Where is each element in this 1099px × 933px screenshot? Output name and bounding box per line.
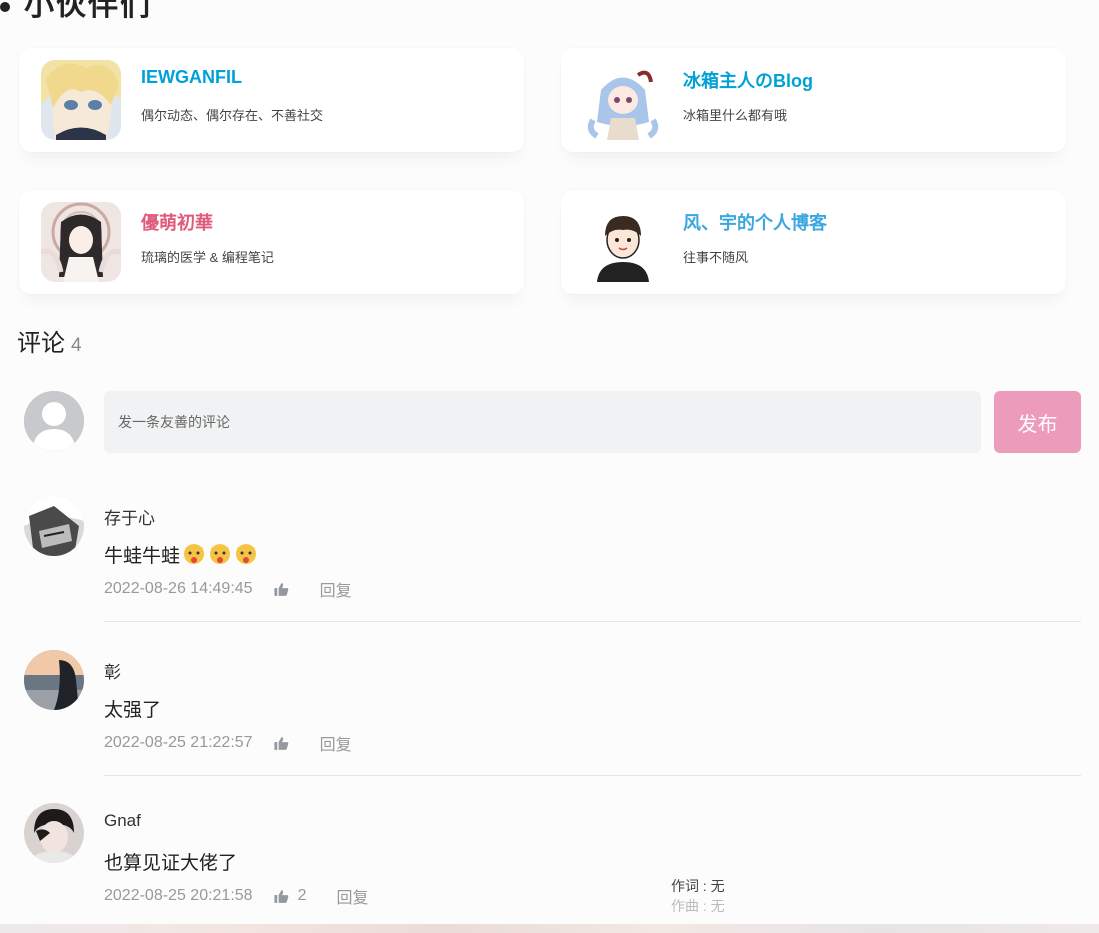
friend-card-youmeng[interactable]: 優萌初華 琉璃的医学 & 编程笔记 xyxy=(19,190,524,294)
comment-username[interactable]: 彰 xyxy=(104,658,121,683)
like-button[interactable] xyxy=(273,735,290,752)
comment-meta: 2022-08-26 14:49:45 回复 xyxy=(104,577,352,601)
post-button[interactable]: 发布 xyxy=(994,391,1081,453)
page: 小伙伴们 IEWGANFIL 偶尔动态、偶尔存在、不善社交 冰箱主人のBlog … xyxy=(0,0,1099,933)
like-button[interactable] xyxy=(273,581,290,598)
comment-time: 2022-08-26 14:49:45 xyxy=(104,580,253,597)
friend-name[interactable]: 风、宇的个人博客 xyxy=(683,209,827,235)
lyric-display: 作词 : 无 作曲 : 无 xyxy=(671,876,725,916)
emoji-icon xyxy=(208,541,232,565)
comment-count: 4 xyxy=(71,335,82,356)
reply-button[interactable]: 回复 xyxy=(320,577,352,601)
emoji-icon xyxy=(234,541,258,565)
like-count: 2 xyxy=(297,887,307,904)
reply-button[interactable]: 回复 xyxy=(336,884,368,908)
friend-card-fengyu[interactable]: 风、宇的个人博客 往事不随风 xyxy=(561,190,1066,294)
cartoon-boy-avatar-icon xyxy=(583,202,663,282)
friend-name[interactable]: IEWGANFIL xyxy=(141,67,242,88)
comment-meta: 2022-08-25 20:21:58 2 回复 xyxy=(104,884,369,908)
reply-button[interactable]: 回复 xyxy=(320,731,352,755)
friend-card-iewganfil[interactable]: IEWGANFIL 偶尔动态、偶尔存在、不善社交 xyxy=(19,48,524,152)
comments-title: 评论 4 xyxy=(17,323,82,358)
thumbs-up-icon xyxy=(273,582,288,596)
comment-time: 2022-08-25 21:22:57 xyxy=(104,734,253,751)
comment-divider xyxy=(104,775,1081,776)
friend-desc: 往事不随风 xyxy=(683,250,749,265)
avatar[interactable] xyxy=(24,803,84,863)
friend-name[interactable]: 冰箱主人のBlog xyxy=(683,67,813,93)
comment-username[interactable]: Gnaf xyxy=(104,811,141,831)
lyric-line-next: 作曲 : 无 xyxy=(671,898,725,914)
comment-username[interactable]: 存于心 xyxy=(104,504,155,529)
comment-time: 2022-08-25 20:21:58 xyxy=(104,887,253,904)
emoji-icon xyxy=(182,541,206,565)
thumbs-up-icon xyxy=(273,889,288,903)
lyric-line-current: 作词 : 无 xyxy=(671,878,725,894)
anime-blue-hair-avatar-icon xyxy=(583,60,663,140)
comment-text: 太强了 xyxy=(104,700,162,721)
comment-text-content: 牛蛙牛蛙 xyxy=(104,546,181,567)
thumbs-up-icon xyxy=(273,736,288,750)
heading-dot-icon xyxy=(0,2,10,13)
anime-blonde-avatar-icon xyxy=(41,60,121,140)
comments-title-text: 评论 xyxy=(17,330,65,357)
friend-name[interactable]: 優萌初華 xyxy=(141,209,213,235)
friend-desc: 琉璃的医学 & 编程笔记 xyxy=(141,250,274,265)
anime-dark-hair-avatar-icon xyxy=(41,202,121,282)
friend-desc: 冰箱里什么都有哦 xyxy=(683,108,788,123)
comment-input[interactable] xyxy=(104,391,981,453)
avatar[interactable] xyxy=(24,650,84,710)
avatar[interactable] xyxy=(24,496,84,556)
friend-card-fridge-blog[interactable]: 冰箱主人のBlog 冰箱里什么都有哦 xyxy=(561,48,1066,152)
default-avatar-icon xyxy=(24,391,84,451)
like-button[interactable]: 2 xyxy=(273,887,307,905)
comment-text: 也算见证大佬了 xyxy=(104,853,238,874)
comment-text: 牛蛙牛蛙 xyxy=(104,541,258,568)
friend-desc: 偶尔动态、偶尔存在、不善社交 xyxy=(141,108,324,123)
music-player-bar[interactable] xyxy=(0,924,1099,933)
comment-meta: 2022-08-25 21:22:57 回复 xyxy=(104,731,352,755)
comment-divider xyxy=(104,621,1081,622)
section-heading: 小伙伴们 xyxy=(0,0,152,24)
